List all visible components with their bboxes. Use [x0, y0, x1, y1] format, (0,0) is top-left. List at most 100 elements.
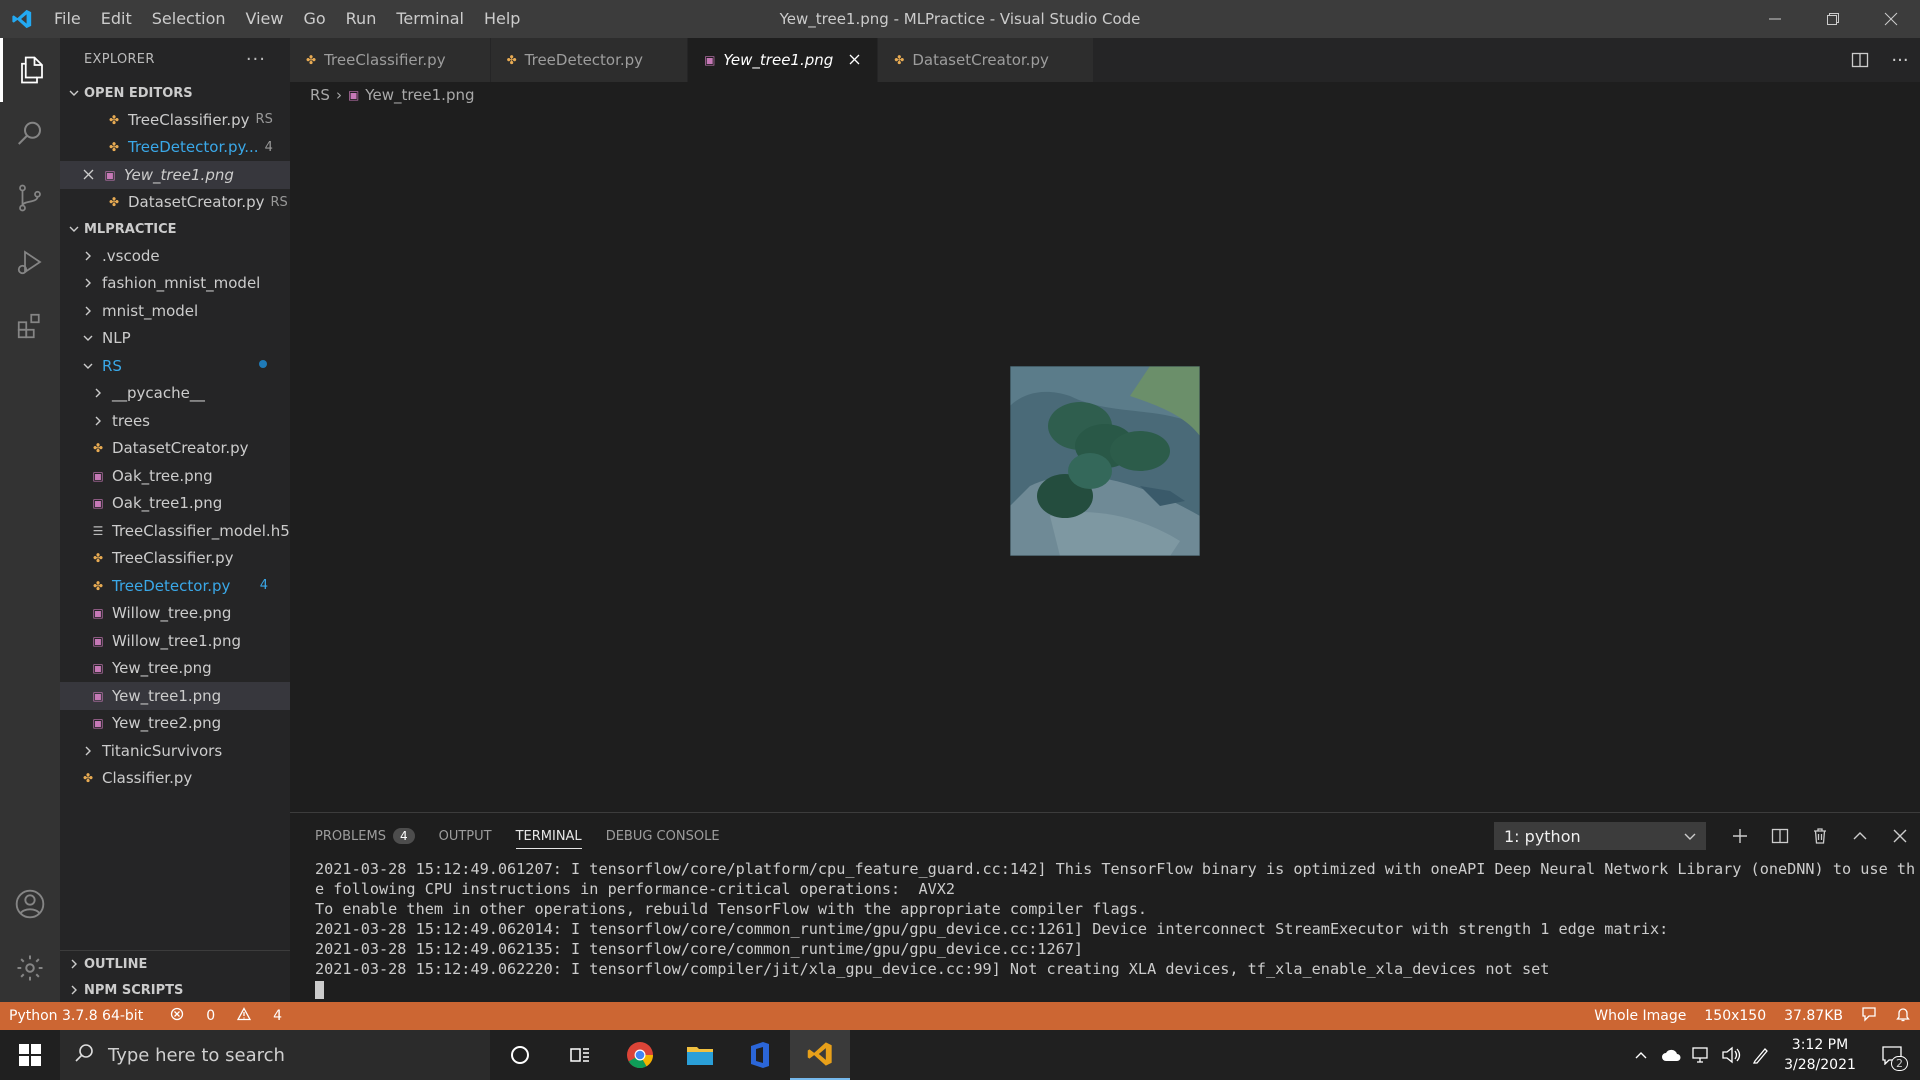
- chevron-up-icon[interactable]: [1840, 828, 1880, 844]
- terminal-select[interactable]: 1: python: [1494, 822, 1706, 850]
- terminal-line: 2021-03-28 15:12:49.062220: I tensorflow…: [315, 960, 1550, 978]
- problems-status[interactable]: 0 4: [152, 1007, 300, 1025]
- split-editor-icon[interactable]: [1840, 51, 1880, 69]
- close-tab-icon[interactable]: [845, 51, 863, 69]
- tab-problems[interactable]: PROBLEMS 4: [315, 813, 415, 859]
- npm-scripts-section[interactable]: NPM SCRIPTS: [60, 977, 290, 1003]
- terminal-line: e following CPU instructions in performa…: [315, 880, 956, 898]
- search-icon[interactable]: [0, 102, 60, 166]
- terminal-line: 2021-03-28 15:12:49.062014: I tensorflow…: [315, 920, 1669, 938]
- onedrive-cloud-icon[interactable]: [1656, 1048, 1686, 1062]
- menu-run[interactable]: Run: [336, 0, 387, 38]
- editor-tab[interactable]: ✤ TreeDetector.py: [490, 38, 689, 82]
- vscode-logo-icon: [0, 0, 44, 38]
- menu-file[interactable]: File: [44, 0, 91, 38]
- chevron-up-icon[interactable]: [1626, 1048, 1656, 1062]
- cortana-icon[interactable]: [490, 1030, 550, 1080]
- menu-help[interactable]: Help: [474, 0, 530, 38]
- tab-output[interactable]: OUTPUT: [439, 813, 492, 859]
- trash-icon[interactable]: [1800, 827, 1840, 845]
- open-editor-item[interactable]: ✤ DatasetCreator.py RS: [60, 189, 290, 217]
- file-item[interactable]: ▣ Willow_tree.png: [60, 600, 290, 628]
- breadcrumb-file[interactable]: Yew_tree1.png: [365, 86, 474, 104]
- taskbar-search[interactable]: Type here to search: [60, 1030, 490, 1080]
- open-editors-section[interactable]: OPEN EDITORS: [60, 80, 290, 106]
- folder-item[interactable]: trees: [60, 407, 290, 435]
- menu-edit[interactable]: Edit: [91, 0, 142, 38]
- file-explorer-icon[interactable]: [670, 1030, 730, 1080]
- vscode-taskbar-icon[interactable]: [790, 1030, 850, 1080]
- menu-go[interactable]: Go: [293, 0, 335, 38]
- open-editor-item[interactable]: ✤ TreeClassifier.py RS: [60, 106, 290, 134]
- network-icon[interactable]: [1686, 1046, 1716, 1064]
- open-editor-suffix: RS: [255, 112, 273, 128]
- new-terminal-icon[interactable]: [1720, 827, 1760, 845]
- file-item[interactable]: ✤ TreeDetector.py 4: [60, 572, 290, 600]
- terminal-line: To enable them in other operations, rebu…: [315, 900, 1148, 918]
- file-item[interactable]: ▣ Oak_tree.png: [60, 462, 290, 490]
- folder-item[interactable]: TitanicSurvivors: [60, 737, 290, 765]
- project-section[interactable]: MLPRACTICE: [60, 216, 290, 242]
- python-file-icon: ✤: [108, 140, 120, 155]
- more-actions-icon[interactable]: ···: [246, 49, 266, 70]
- tab-label: Yew_tree1.png: [723, 51, 834, 69]
- outline-section[interactable]: OUTLINE: [60, 951, 290, 977]
- explorer-icon[interactable]: [0, 38, 60, 102]
- folder-item[interactable]: mnist_model: [60, 297, 290, 325]
- clock[interactable]: 3:12 PM 3/28/2021: [1776, 1035, 1864, 1075]
- office-icon[interactable]: [730, 1030, 790, 1080]
- folder-item[interactable]: .vscode: [60, 242, 290, 270]
- file-item[interactable]: ✤ TreeClassifier.py: [60, 545, 290, 573]
- menu-selection[interactable]: Selection: [142, 0, 236, 38]
- file-item[interactable]: ☰ TreeClassifier_model.h5: [60, 517, 290, 545]
- clock-time: 3:12 PM: [1791, 1037, 1849, 1053]
- editor-tab[interactable]: ▣ Yew_tree1.png: [688, 38, 879, 82]
- feedback-icon[interactable]: [1852, 1006, 1886, 1026]
- file-item[interactable]: ▣ Oak_tree1.png: [60, 490, 290, 518]
- source-control-icon[interactable]: [0, 166, 60, 230]
- file-item[interactable]: ✤ DatasetCreator.py: [60, 435, 290, 463]
- task-view-icon[interactable]: [550, 1030, 610, 1080]
- breadcrumb-folder[interactable]: RS: [310, 86, 330, 104]
- close-panel-icon[interactable]: [1880, 829, 1920, 843]
- action-center-icon[interactable]: 2: [1864, 1045, 1920, 1071]
- folder-item[interactable]: RS: [60, 352, 290, 380]
- tab-terminal[interactable]: TERMINAL: [515, 813, 582, 859]
- open-editor-item[interactable]: ▣ Yew_tree1.png: [60, 161, 290, 189]
- chrome-icon[interactable]: [610, 1030, 670, 1080]
- folder-item[interactable]: __pycache__: [60, 380, 290, 408]
- file-item[interactable]: ▣ Yew_tree1.png: [60, 682, 290, 710]
- tab-debug-console[interactable]: DEBUG CONSOLE: [606, 813, 720, 859]
- taskbar-search-placeholder: Type here to search: [108, 1044, 285, 1066]
- split-terminal-icon[interactable]: [1760, 827, 1800, 845]
- close-icon[interactable]: [80, 167, 96, 183]
- folder-item[interactable]: fashion_mnist_model: [60, 270, 290, 298]
- menu-view[interactable]: View: [236, 0, 294, 38]
- python-interpreter[interactable]: Python 3.7.8 64-bit: [0, 1008, 152, 1024]
- editor-tab[interactable]: ✤ TreeClassifier.py: [290, 38, 491, 82]
- file-item[interactable]: ▣ Yew_tree2.png: [60, 710, 290, 738]
- open-editor-item[interactable]: ✤ TreeDetector.py... 4: [60, 134, 290, 162]
- settings-gear-icon[interactable]: [0, 936, 60, 1000]
- pen-icon[interactable]: [1746, 1045, 1776, 1065]
- menu-terminal[interactable]: Terminal: [386, 0, 474, 38]
- more-actions-icon[interactable]: ···: [1880, 50, 1920, 71]
- terminal-output[interactable]: 2021-03-28 15:12:49.061207: I tensorflow…: [290, 859, 1920, 999]
- close-window-button[interactable]: [1862, 0, 1920, 38]
- zoom-status[interactable]: Whole Image: [1585, 1008, 1695, 1024]
- tree-item-label: fashion_mnist_model: [102, 274, 261, 293]
- volume-icon[interactable]: [1716, 1046, 1746, 1064]
- extensions-icon[interactable]: [0, 294, 60, 358]
- minimize-button[interactable]: [1746, 0, 1804, 38]
- accounts-icon[interactable]: [0, 872, 60, 936]
- restore-button[interactable]: [1804, 0, 1862, 38]
- file-item[interactable]: ▣ Yew_tree.png: [60, 655, 290, 683]
- folder-item[interactable]: NLP: [60, 325, 290, 353]
- file-item[interactable]: ▣ Willow_tree1.png: [60, 627, 290, 655]
- search-icon: [74, 1043, 94, 1068]
- run-debug-icon[interactable]: [0, 230, 60, 294]
- editor-tab[interactable]: ✤ DatasetCreator.py: [878, 38, 1094, 82]
- notifications-bell-icon[interactable]: [1886, 1006, 1920, 1026]
- file-item[interactable]: ✤ Classifier.py: [60, 765, 290, 793]
- windows-start-icon[interactable]: [0, 1030, 60, 1080]
